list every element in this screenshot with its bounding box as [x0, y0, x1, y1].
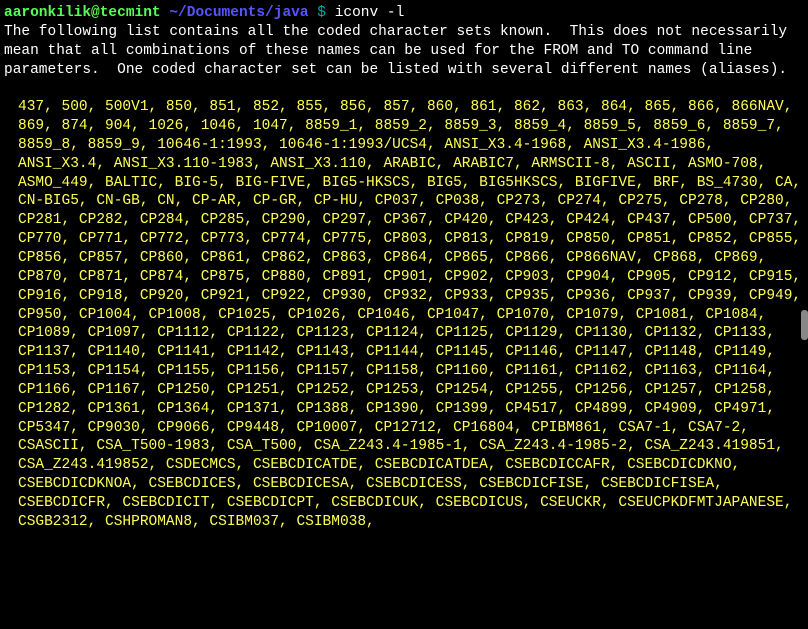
prompt-path: ~/Documents/java — [169, 5, 308, 21]
encoding-listing: 437, 500, 500V1, 850, 851, 852, 855, 856… — [4, 98, 804, 531]
output-description: The following list contains all the code… — [4, 23, 804, 80]
scrollbar-thumb[interactable] — [801, 310, 808, 340]
terminal-output: aaronkilik@tecmint ~/Documents/java $ ic… — [4, 4, 804, 532]
prompt-dollar: $ — [309, 5, 335, 21]
user-host: aaronkilik@tecmint — [4, 5, 161, 21]
command-text: iconv -l — [335, 5, 405, 21]
blank-line — [4, 79, 804, 98]
prompt-line: aaronkilik@tecmint ~/Documents/java $ ic… — [4, 4, 804, 23]
